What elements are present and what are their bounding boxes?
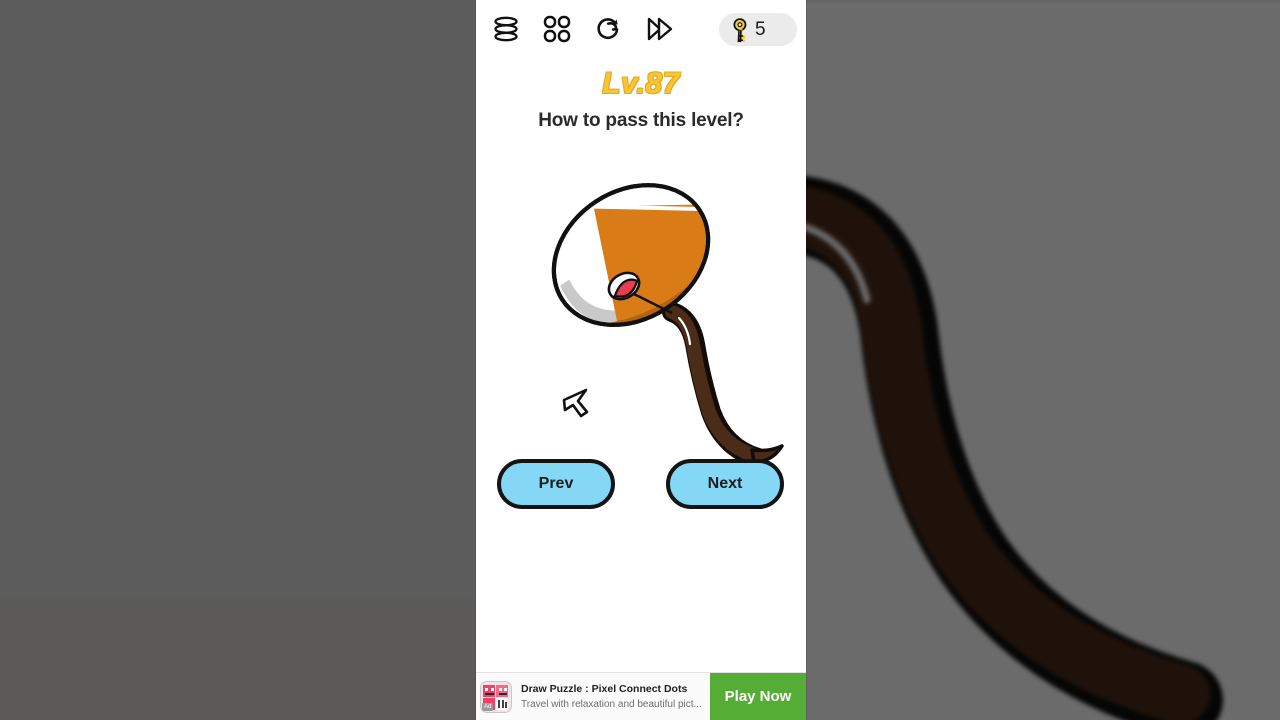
play-now-button[interactable]: Play Now <box>710 673 806 720</box>
backdrop-left-art <box>0 0 476 600</box>
key-icon <box>733 17 747 42</box>
ad-banner[interactable]: Ad Draw Puzzle : Pixel Connect Dots Trav… <box>476 672 806 720</box>
puzzle-art <box>551 183 784 468</box>
restart-icon-glyph <box>597 18 619 40</box>
backdrop-left <box>0 0 476 720</box>
skip-icon-glyph <box>647 17 673 41</box>
top-bar: 5 <box>476 0 806 58</box>
nav-buttons: Prev Next <box>476 455 806 515</box>
grid-icon[interactable] <box>537 9 577 49</box>
backdrop-right-art <box>804 0 1280 720</box>
layers-icon[interactable] <box>486 9 526 49</box>
backdrop-right <box>804 0 1280 720</box>
ad-title: Draw Puzzle : Pixel Connect Dots <box>521 682 688 695</box>
skip-icon[interactable] <box>640 9 680 49</box>
ad-subtitle: Travel with relaxation and beautiful pic… <box>521 698 702 710</box>
question-text: How to pass this level? <box>538 110 744 131</box>
puzzle-stage[interactable] <box>476 150 806 480</box>
game-screen: 5 Lv.87 How to pass this level? Prev Nex… <box>0 0 1280 720</box>
prev-button[interactable]: Prev <box>497 459 615 509</box>
ad-badge: Ad <box>482 702 494 711</box>
cursor-arrow-icon <box>562 388 589 418</box>
level-label: Lv.87 <box>601 66 681 102</box>
key-counter[interactable]: 5 <box>719 13 797 46</box>
layers-icon-glyph <box>494 16 518 42</box>
next-button[interactable]: Next <box>666 459 784 509</box>
game-panel: 5 Lv.87 How to pass this level? Prev Nex… <box>476 0 806 720</box>
restart-icon[interactable] <box>588 9 628 49</box>
ad-app-icon: Ad <box>480 680 512 713</box>
ad-text-block: Draw Puzzle : Pixel Connect Dots Travel … <box>516 673 710 720</box>
key-count-label: 5 <box>755 19 766 40</box>
grid-icon-glyph <box>543 15 571 43</box>
page-title: Lv.87 <box>476 66 806 102</box>
ad-icon-wrapper: Ad <box>476 673 516 720</box>
